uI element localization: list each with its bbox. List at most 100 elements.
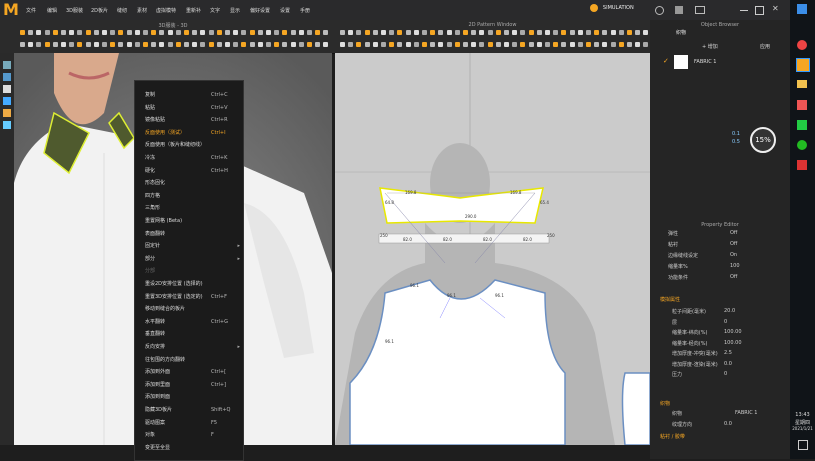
section-simulation[interactable]: 模拟属性 (660, 296, 680, 303)
tool-icon[interactable] (61, 42, 66, 47)
tool-icon[interactable] (348, 42, 354, 47)
property-value[interactable]: 0.0 (724, 421, 732, 427)
tool-icon[interactable] (266, 42, 271, 47)
context-menu-item[interactable]: 移动到缝合的板片 (135, 303, 243, 315)
add-button[interactable]: + 增加 (702, 43, 718, 50)
settings-icon[interactable] (655, 6, 664, 15)
tool-icon[interactable] (233, 42, 239, 47)
menu-item[interactable]: 文字 (210, 7, 220, 14)
property-value[interactable]: 2.5 (724, 350, 732, 356)
tool-icon[interactable] (594, 42, 600, 47)
tool-icon[interactable] (61, 30, 66, 35)
tool-icon[interactable] (134, 42, 140, 47)
tool-icon[interactable] (151, 42, 157, 47)
tool-icon[interactable] (85, 30, 91, 35)
tool-icon[interactable] (586, 42, 591, 47)
tool-icon[interactable] (545, 42, 550, 47)
context-menu-item[interactable]: 变更至全显 (135, 442, 243, 454)
menu-item[interactable]: 素材 (137, 7, 147, 14)
mail-icon[interactable] (695, 6, 705, 14)
tool-icon[interactable] (77, 42, 83, 47)
context-menu-item[interactable]: 四方格 (135, 190, 243, 202)
tool-icon[interactable] (372, 42, 378, 47)
tool-icon[interactable] (52, 42, 58, 47)
tool-icon[interactable] (118, 42, 124, 47)
tool-icon[interactable] (323, 30, 329, 35)
tool-icon[interactable] (110, 42, 116, 47)
folder-icon[interactable] (797, 80, 807, 88)
context-menu-item[interactable]: 重置3D安排位置 (选定的) Ctrl+F (135, 291, 243, 303)
menu-item[interactable]: 文件 (26, 7, 36, 14)
tool-icon[interactable] (643, 30, 649, 35)
tool-icon[interactable] (389, 30, 395, 35)
tool-icon[interactable] (102, 30, 107, 35)
tool-icon[interactable] (126, 30, 132, 35)
menu-item[interactable]: 手册 (300, 7, 310, 14)
tool-icon[interactable] (200, 30, 206, 35)
menu-item[interactable]: 设置 (280, 7, 290, 14)
tool-icon[interactable] (257, 30, 263, 35)
property-value[interactable]: 0 (724, 319, 727, 325)
tool-icon[interactable] (397, 30, 403, 35)
tool-icon[interactable] (512, 30, 518, 35)
tool-icon[interactable] (307, 42, 312, 47)
context-menu-item[interactable]: 部分 ▸ (135, 253, 243, 265)
context-menu-item[interactable]: 水平翻转 Ctrl+G (135, 316, 243, 328)
context-menu-item[interactable]: 反面使用（板片和缝纫线） (135, 139, 243, 151)
maximize-icon[interactable] (755, 6, 764, 15)
context-menu-item[interactable]: 添加到里面 Ctrl+] (135, 379, 243, 391)
tool-icon[interactable] (577, 30, 583, 35)
context-menu-item[interactable]: 形态固化 (135, 177, 243, 189)
tool-icon[interactable] (586, 30, 591, 35)
tool-icon[interactable] (454, 30, 460, 35)
tool-icon[interactable] (241, 42, 247, 47)
context-menu-item[interactable]: 硬化 Ctrl+H (135, 165, 243, 177)
tool-icon[interactable] (340, 30, 345, 35)
context-menu-item[interactable]: 冷冻 Ctrl+K (135, 152, 243, 164)
tool-icon[interactable] (315, 42, 321, 47)
tool-icon[interactable] (110, 30, 116, 35)
tool-icon[interactable] (249, 42, 255, 47)
property-value[interactable]: On (730, 252, 737, 258)
tool-icon[interactable] (44, 42, 50, 47)
property-value[interactable]: 100.00 (724, 340, 742, 346)
tool-icon[interactable] (208, 42, 214, 47)
tool-icon[interactable] (536, 30, 542, 35)
context-menu-item[interactable]: 固定针 ▸ (135, 240, 243, 252)
tool-icon[interactable] (364, 42, 370, 47)
tool-icon[interactable] (151, 30, 157, 35)
tool-icon[interactable] (446, 42, 452, 47)
viewport-2d[interactable]: 169.8 169.8 64.8 65.4 290.0 82.0 82.0 82.0 82.0 2… (335, 53, 650, 445)
tool-icon[interactable] (635, 42, 641, 47)
tool-icon[interactable] (36, 30, 42, 35)
tool-icon[interactable] (126, 42, 132, 47)
property-value[interactable]: 100 (730, 263, 740, 269)
tool-icon[interactable] (618, 30, 624, 35)
tool-icon[interactable] (504, 30, 509, 35)
menu-item[interactable]: 显示 (230, 7, 240, 14)
tool-icon[interactable] (184, 42, 189, 47)
context-menu-item[interactable]: 隐藏3D板片 Shift+Q (135, 404, 243, 416)
tool-icon[interactable] (323, 42, 329, 47)
tool-icon[interactable] (495, 42, 501, 47)
tool-icon[interactable] (282, 42, 288, 47)
tool-icon[interactable] (553, 30, 559, 35)
tool-icon[interactable] (233, 30, 239, 35)
property-value[interactable]: Off (730, 274, 737, 280)
tool-icon[interactable] (504, 42, 509, 47)
tool-icon[interactable] (143, 30, 148, 35)
property-value[interactable]: 20.0 (724, 308, 735, 314)
tool-icon[interactable] (340, 42, 345, 47)
tool-icon[interactable] (20, 42, 25, 47)
tool-icon[interactable] (102, 42, 107, 47)
apply-button[interactable]: 应用 (760, 43, 770, 50)
tool-icon[interactable] (463, 30, 468, 35)
tool-icon[interactable] (602, 30, 608, 35)
app-green-icon[interactable] (797, 120, 807, 130)
tool-icon[interactable] (159, 30, 165, 35)
tool-icon[interactable] (69, 30, 75, 35)
tool-icon[interactable] (487, 42, 493, 47)
tool-icon[interactable] (225, 42, 230, 47)
tool-icon[interactable] (167, 42, 173, 47)
tool-icon[interactable] (225, 30, 230, 35)
